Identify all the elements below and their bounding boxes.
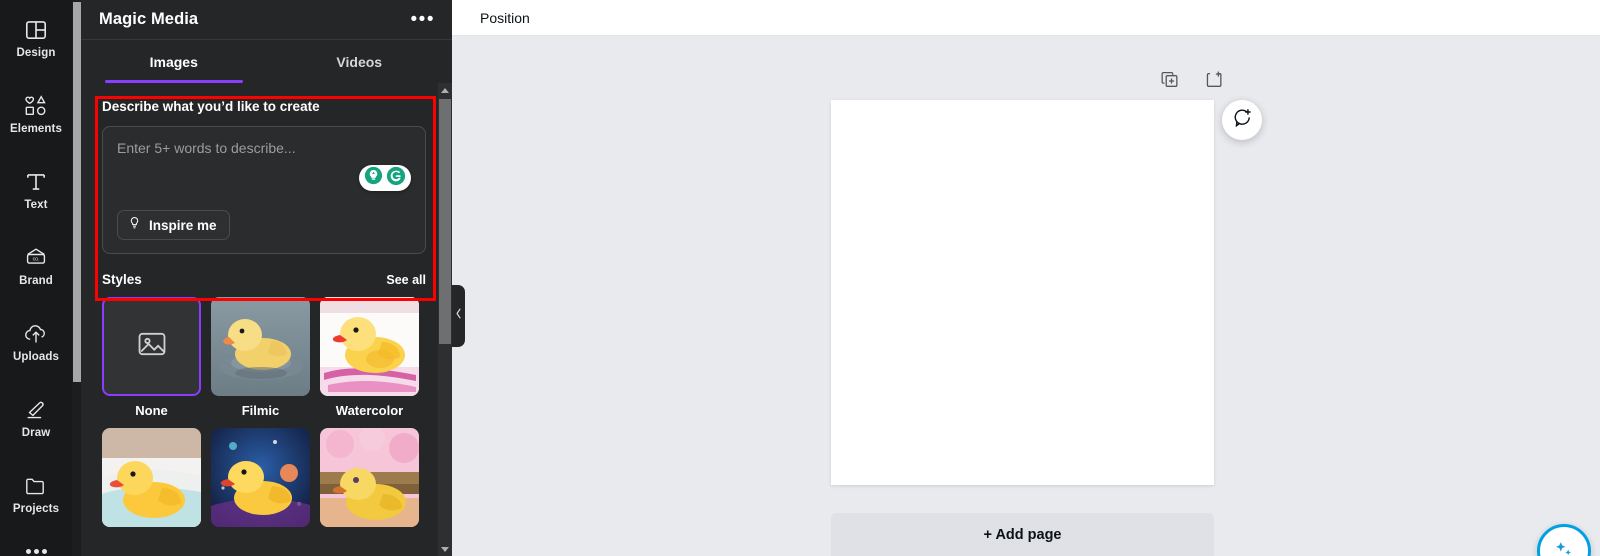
- panel-tabs: Images Videos: [81, 40, 452, 83]
- describe-heading: Describe what you’d like to create: [102, 99, 320, 114]
- chevron-left-icon: [454, 307, 463, 325]
- grammarly-logo-icon[interactable]: [386, 166, 406, 191]
- editor-main-area: Position + Add page: [452, 0, 1600, 556]
- draw-icon: [23, 397, 49, 423]
- prompt-input[interactable]: Enter 5+ words to describe...: [117, 140, 411, 156]
- styles-header: Styles See all: [102, 272, 426, 287]
- styles-see-all-link[interactable]: See all: [386, 273, 426, 287]
- sidebar-item-label: Projects: [12, 502, 60, 515]
- page-title: Magic Media: [99, 10, 199, 28]
- sidebar-item-more[interactable]: [0, 532, 72, 556]
- scroll-up-button[interactable]: [438, 83, 452, 97]
- caret-down-icon: [441, 546, 449, 552]
- style-option-none[interactable]: None: [102, 297, 201, 418]
- tab-label: Videos: [336, 53, 383, 70]
- lightbulb-icon: [127, 216, 142, 234]
- styles-grid-row-2: [102, 428, 426, 534]
- style-thumbnail[interactable]: [102, 428, 201, 527]
- panel-header: Magic Media •••: [81, 0, 452, 40]
- inspire-me-label: Inspire me: [149, 217, 217, 233]
- sidebar-item-label: Elements: [10, 122, 62, 135]
- style-option-watercolor[interactable]: Watercolor: [320, 297, 419, 418]
- add-comment-icon: [1232, 107, 1253, 133]
- sidebar-item-draw[interactable]: Draw: [0, 380, 72, 456]
- style-thumbnail[interactable]: [320, 428, 419, 527]
- add-page-button[interactable]: + Add page: [831, 513, 1214, 556]
- design-icon: [23, 17, 49, 43]
- canva-editor-window: Design Elements Text co. Brand Uploads D…: [0, 0, 1600, 556]
- tab-label: Images: [149, 53, 198, 70]
- panel-body: Describe what you’d like to create Enter…: [81, 83, 452, 556]
- canvas-page[interactable]: [831, 100, 1214, 485]
- caret-up-icon: [441, 87, 449, 93]
- rail-scrollbar-thumb[interactable]: [72, 2, 81, 382]
- style-label: Watercolor: [335, 403, 404, 418]
- image-placeholder-icon: [135, 327, 169, 366]
- scroll-down-button[interactable]: [438, 542, 452, 556]
- style-thumbnail[interactable]: [320, 297, 419, 396]
- panel-scrollbar[interactable]: [438, 83, 452, 556]
- grammarly-widget[interactable]: [359, 165, 411, 191]
- sidebar-item-brand[interactable]: co. Brand: [0, 228, 72, 304]
- style-thumbnail[interactable]: [211, 428, 310, 527]
- add-comment-button[interactable]: [1222, 100, 1262, 140]
- sidebar-item-label: Text: [24, 198, 48, 211]
- magic-media-panel: Magic Media ••• Images Videos Describe w…: [81, 0, 452, 556]
- apps-more-icon: [25, 548, 47, 554]
- elements-icon: [23, 93, 49, 119]
- panel-more-icon[interactable]: •••: [409, 9, 437, 31]
- duck-photo-filmic: [211, 297, 310, 396]
- rail-scrollbar[interactable]: [72, 0, 81, 556]
- sidebar-item-uploads[interactable]: Uploads: [0, 304, 72, 380]
- sidebar-item-label: Brand: [19, 274, 53, 287]
- tab-images[interactable]: Images: [81, 40, 267, 83]
- styles-heading: Styles: [102, 272, 142, 287]
- style-option-row2-3[interactable]: [320, 428, 419, 534]
- panel-scroll-content: Describe what you’d like to create Enter…: [81, 83, 438, 556]
- brand-icon: co.: [23, 245, 49, 271]
- projects-icon: [23, 473, 49, 499]
- svg-text:co.: co.: [33, 256, 40, 262]
- sidebar-item-label: Uploads: [12, 350, 60, 363]
- left-rail: Design Elements Text co. Brand Uploads D…: [0, 0, 72, 556]
- style-label: Filmic: [241, 403, 280, 418]
- style-thumbnail[interactable]: [102, 297, 201, 396]
- tab-videos[interactable]: Videos: [267, 40, 453, 83]
- duck-photo-watercolor: [320, 297, 419, 396]
- duplicate-page-icon[interactable]: [1160, 70, 1179, 94]
- style-option-row2-1[interactable]: [102, 428, 201, 534]
- inspire-me-button[interactable]: Inspire me: [117, 210, 230, 240]
- style-option-filmic[interactable]: Filmic: [211, 297, 310, 418]
- style-option-row2-2[interactable]: [211, 428, 310, 534]
- page-tools: [1160, 70, 1223, 94]
- sidebar-item-projects[interactable]: Projects: [0, 456, 72, 532]
- duck-photo-cosmic: [211, 428, 310, 527]
- text-icon: [23, 169, 49, 195]
- panel-scrollbar-thumb[interactable]: [439, 99, 451, 344]
- duck-photo-bath: [102, 428, 201, 527]
- grammarly-suggestion-icon[interactable]: [364, 166, 383, 190]
- sidebar-item-label: Draw: [21, 426, 51, 439]
- ai-sparkle-icon: [1552, 537, 1576, 556]
- ai-assistant-button[interactable]: [1537, 524, 1591, 556]
- collapse-panel-handle[interactable]: [452, 285, 465, 347]
- style-label: None: [135, 403, 168, 418]
- sidebar-item-design[interactable]: Design: [0, 0, 72, 76]
- duck-photo-sakura: [320, 428, 419, 527]
- style-thumbnail[interactable]: [211, 297, 310, 396]
- add-page-label: + Add page: [983, 526, 1062, 543]
- editor-toolbar: Position: [452, 0, 1600, 36]
- uploads-icon: [23, 321, 49, 347]
- position-button[interactable]: Position: [480, 10, 530, 26]
- prompt-input-wrapper[interactable]: Enter 5+ words to describe... Inspire me: [102, 126, 426, 254]
- sidebar-item-elements[interactable]: Elements: [0, 76, 72, 152]
- styles-grid-row-1: None Filmic Watercolor: [102, 297, 426, 418]
- sidebar-item-label: Design: [16, 46, 56, 59]
- add-page-icon[interactable]: [1204, 70, 1223, 94]
- sidebar-item-text[interactable]: Text: [0, 152, 72, 228]
